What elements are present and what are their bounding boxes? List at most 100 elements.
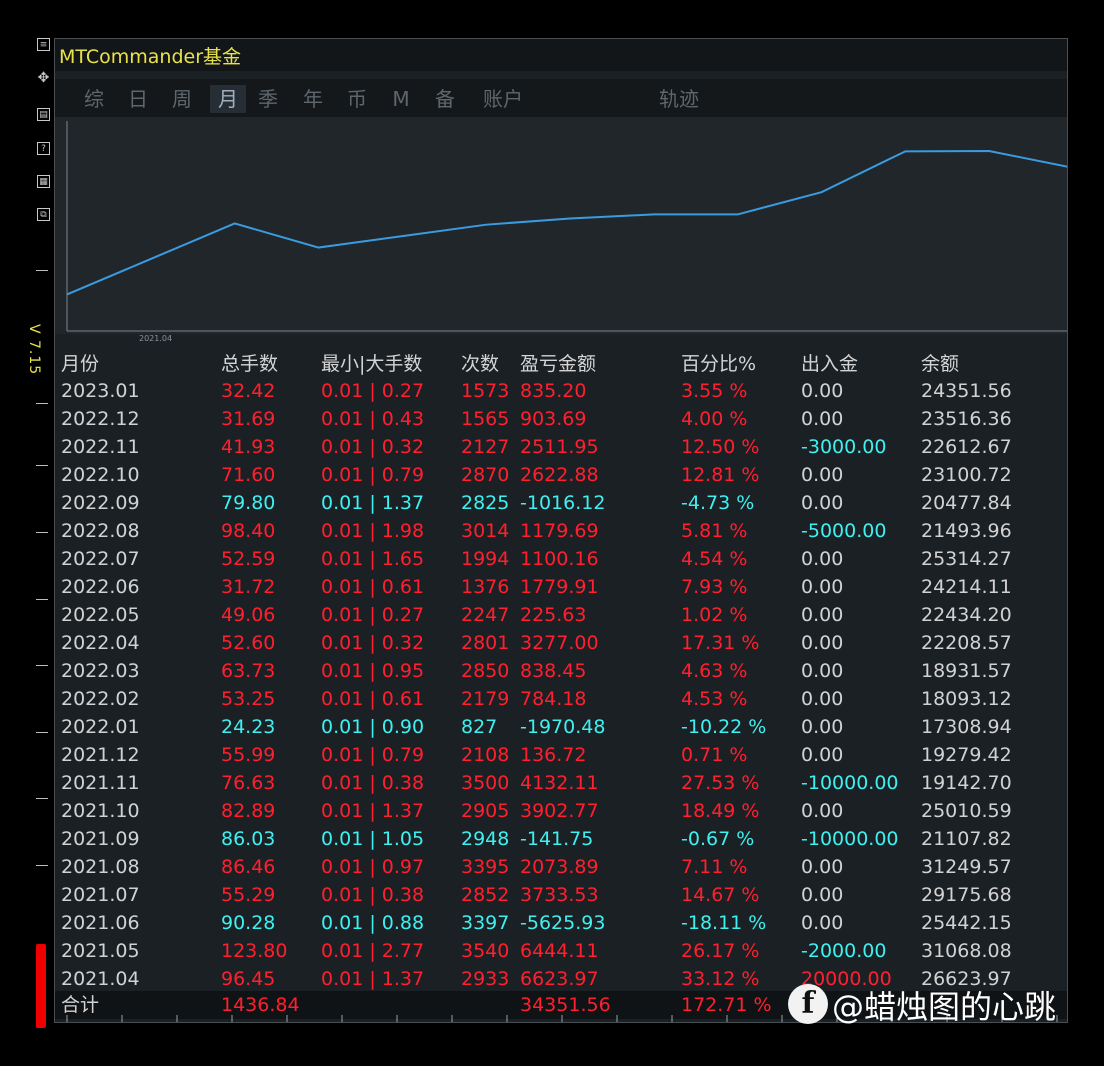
tab-2[interactable]: 周	[167, 85, 197, 113]
cell-lot-range: 0.01 | 2.77	[321, 940, 425, 962]
cell-pnl: 2622.88	[520, 464, 599, 486]
header-4[interactable]: 盈亏金额	[520, 349, 596, 376]
cell-lot-range: 0.01 | 1.05	[321, 828, 425, 850]
table-row[interactable]: 2022.01 24.23 0.01 | 0.90 827 -1970.48 -10.22…	[55, 713, 1067, 741]
table-row[interactable]: 2023.01 32.42 0.01 | 0.27 1573 835.20 3.55 % 0…	[55, 377, 1067, 405]
cell-lots: 41.93	[221, 436, 276, 458]
header-6[interactable]: 出入金	[801, 349, 858, 376]
table-row[interactable]: 2021.06 90.28 0.01 | 0.88 3397 -5625.93 -18.1…	[55, 909, 1067, 937]
tab-8[interactable]: 备	[430, 85, 460, 113]
cell-month: 2021.05	[61, 940, 140, 962]
table-row[interactable]: 2022.04 52.60 0.01 | 0.32 2801 3277.00 17.31 …	[55, 629, 1067, 657]
cell-month: 2022.12	[61, 408, 140, 430]
cell-balance: 22208.57	[921, 632, 1012, 654]
cell-deposit: 0.00	[801, 716, 844, 738]
table-row[interactable]: 2021.12 55.99 0.01 | 0.79 2108 136.72 0.71 % 0…	[55, 741, 1067, 769]
table-row[interactable]: 2021.10 82.89 0.01 | 1.37 2905 3902.77 18.49 …	[55, 797, 1067, 825]
cell-month: 2021.12	[61, 744, 140, 766]
table-row[interactable]: 2021.07 55.29 0.01 | 0.38 2852 3733.53 14.67 …	[55, 881, 1067, 909]
title-bar[interactable]: MTCommander基金	[55, 39, 1067, 71]
grid-icon[interactable]: ▦	[37, 175, 50, 188]
cell-deposit: -5000.00	[801, 520, 887, 542]
tab-0[interactable]: 综	[79, 85, 109, 113]
cell-pnl: -5625.93	[520, 912, 606, 934]
cell-lots: 55.29	[221, 884, 276, 906]
header-7[interactable]: 余额	[921, 349, 959, 376]
cell-pnl: 136.72	[520, 744, 587, 766]
cell-deposit: 0.00	[801, 632, 844, 654]
cell-lot-range: 0.01 | 0.32	[321, 632, 425, 654]
header-1[interactable]: 总手数	[221, 349, 278, 376]
cell-month: 2021.04	[61, 968, 140, 990]
cell-lots: 63.73	[221, 660, 276, 682]
table-row[interactable]: 2022.11 41.93 0.01 | 0.32 2127 2511.95 12.50 …	[55, 433, 1067, 461]
menu-icon[interactable]: ≡	[37, 38, 50, 51]
table-row[interactable]: 2022.03 63.73 0.01 | 0.95 2850 838.45 4.63 % 0…	[55, 657, 1067, 685]
cell-lots: 76.63	[221, 772, 276, 794]
cell-pnl: 1179.69	[520, 520, 599, 542]
cell-pnl: -1970.48	[520, 716, 606, 738]
list-icon[interactable]: ▤	[37, 108, 50, 121]
table-row[interactable]: 2022.08 98.40 0.01 | 1.98 3014 1179.69 5.81 %…	[55, 517, 1067, 545]
cell-percent: 4.54 %	[681, 548, 748, 570]
cell-pnl: 2073.89	[520, 856, 599, 878]
cell-lot-range: 0.01 | 0.97	[321, 856, 425, 878]
table-row[interactable]: 2022.12 31.69 0.01 | 0.43 1565 903.69 4.00 % 0…	[55, 405, 1067, 433]
cell-deposit: -2000.00	[801, 940, 887, 962]
header-2[interactable]: 最小|大手数	[321, 349, 422, 376]
table-row[interactable]: 2022.10 71.60 0.01 | 0.79 2870 2622.88 12.81 …	[55, 461, 1067, 489]
table-row[interactable]: 2021.09 86.03 0.01 | 1.05 2948 -141.75 -0.67 …	[55, 825, 1067, 853]
tab-1[interactable]: 日	[123, 85, 153, 113]
cell-percent: 27.53 %	[681, 772, 760, 794]
cell-trades: 2850	[461, 660, 510, 682]
cell-pnl: 784.18	[520, 688, 587, 710]
cell-balance: 25010.59	[921, 800, 1012, 822]
table-row[interactable]: 2022.07 52.59 0.01 | 1.65 1994 1100.16 4.54 %…	[55, 545, 1067, 573]
cell-trades: 3540	[461, 940, 510, 962]
table-row[interactable]: 2022.02 53.25 0.01 | 0.61 2179 784.18 4.53 % 0…	[55, 685, 1067, 713]
x-tick-label: 2021.04	[139, 334, 172, 343]
cell-trades: 2905	[461, 800, 510, 822]
table-row[interactable]: 2022.05 49.06 0.01 | 0.27 2247 225.63 1.02 % 0…	[55, 601, 1067, 629]
header-5[interactable]: 百分比%	[681, 349, 756, 376]
tick-mark	[36, 403, 48, 404]
cell-percent: 1.02 %	[681, 604, 748, 626]
tick-mark	[36, 732, 48, 733]
tick-mark	[36, 865, 48, 866]
app-title: MTCommander基金	[59, 46, 242, 68]
window-icon[interactable]: ⧉	[37, 208, 50, 221]
cell-percent: -4.73 %	[681, 492, 755, 514]
tab-bar: 综日周月季年币 M 备账户 轨迹	[55, 79, 1067, 117]
cell-trades: 1573	[461, 380, 510, 402]
tab-3[interactable]: 月	[210, 85, 246, 113]
cell-pnl: 2511.95	[520, 436, 599, 458]
cell-month: 2022.02	[61, 688, 140, 710]
cell-trades: 827	[461, 716, 498, 738]
cell-balance: 21493.96	[921, 520, 1012, 542]
cell-lots: 49.06	[221, 604, 276, 626]
tab-5[interactable]: 年	[298, 85, 328, 113]
table-row[interactable]: 2021.08 86.46 0.01 | 0.97 3395 2073.89 7.11 %…	[55, 853, 1067, 881]
tab-4[interactable]: 季	[253, 85, 283, 113]
tab-9[interactable]: 账户	[475, 85, 531, 113]
table-row[interactable]: 2022.09 79.80 0.01 | 1.37 2825 -1016.12 -4.73…	[55, 489, 1067, 517]
table-row[interactable]: 2021.11 76.63 0.01 | 0.38 3500 4132.11 27.53 …	[55, 769, 1067, 797]
tab-10[interactable]: 轨迹	[649, 85, 709, 113]
cell-lot-range: 0.01 | 0.79	[321, 464, 425, 486]
cell-pnl: 835.20	[520, 380, 587, 402]
cell-lots: 24.23	[221, 716, 276, 738]
cell-month: 2022.04	[61, 632, 140, 654]
tab-6[interactable]: 币	[342, 85, 372, 113]
help-icon[interactable]: ?	[37, 142, 50, 155]
cell-lot-range: 0.01 | 0.61	[321, 688, 425, 710]
header-3[interactable]: 次数	[461, 349, 499, 376]
cell-deposit: 0.00	[801, 380, 844, 402]
cell-month: 2022.11	[61, 436, 140, 458]
header-0[interactable]: 月份	[61, 349, 99, 376]
table-row[interactable]: 2022.06 31.72 0.01 | 0.61 1376 1779.91 7.93 %…	[55, 573, 1067, 601]
move-icon[interactable]: ✥	[37, 71, 50, 85]
table-row[interactable]: 2021.05 123.80 0.01 | 2.77 3540 6444.11 26.17…	[55, 937, 1067, 965]
cell-month: 2021.09	[61, 828, 140, 850]
tab-7[interactable]: M	[386, 85, 416, 113]
cell-trades: 1565	[461, 408, 510, 430]
